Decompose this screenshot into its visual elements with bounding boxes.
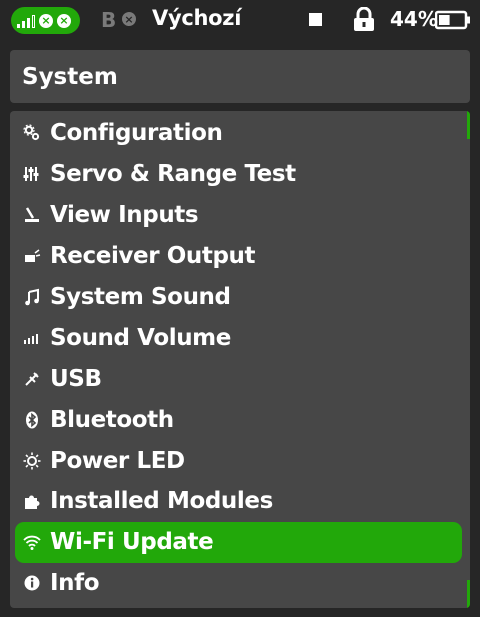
joystick-icon: [22, 205, 42, 225]
music-note-icon: [22, 287, 42, 307]
receiver-b-label: B: [101, 8, 117, 32]
menu-item-label: View Inputs: [50, 202, 199, 229]
menu-item-label: Installed Modules: [50, 488, 273, 515]
menu-item-label: Configuration: [50, 120, 223, 147]
bluetooth-icon: [22, 410, 42, 430]
close-circle-icon: ×: [122, 12, 136, 26]
battery-percent: 44%: [390, 7, 438, 31]
scroll-indicator-top: [467, 111, 470, 139]
menu-item-label: System Sound: [50, 284, 231, 310]
menu-item-info[interactable]: Info: [15, 563, 462, 604]
menu-item-label: Info: [50, 570, 100, 597]
menu-item-label: USB: [50, 365, 102, 392]
receiver-icon: [22, 246, 42, 266]
menu-item-servo-range-test[interactable]: Servo & Range Test: [15, 154, 462, 195]
menu-item-usb[interactable]: USB: [15, 358, 462, 399]
info-icon: [22, 573, 42, 593]
wifi-icon: [22, 532, 42, 552]
page-header: System: [10, 50, 470, 103]
sliders-icon: [22, 164, 42, 184]
menu-item-label: Bluetooth: [50, 406, 174, 433]
menu-item-installed-modules[interactable]: Installed Modules: [15, 481, 462, 522]
gears-icon: [22, 123, 42, 143]
model-name[interactable]: Výchozí: [152, 6, 241, 30]
system-menu-list: Configuration Servo & Range Test View In…: [15, 113, 462, 604]
menu-item-label: Sound Volume: [50, 324, 231, 351]
close-circle-icon: ×: [39, 13, 53, 28]
menu-item-label: Power LED: [50, 447, 185, 474]
menu-item-configuration[interactable]: Configuration: [15, 113, 462, 154]
menu-item-label: Servo & Range Test: [50, 161, 296, 188]
menu-item-bluetooth[interactable]: Bluetooth: [15, 399, 462, 440]
menu-item-receiver-output[interactable]: Receiver Output: [15, 236, 462, 277]
menu-item-wifi-update[interactable]: Wi-Fi Update: [15, 521, 462, 563]
signal-bars-icon: [17, 14, 35, 28]
menu-item-view-inputs[interactable]: View Inputs: [15, 195, 462, 236]
menu-item-system-sound[interactable]: System Sound: [15, 277, 462, 318]
usb-plug-icon: [22, 369, 42, 389]
battery-icon: [435, 10, 470, 30]
scroll-indicator-bottom: [467, 580, 470, 608]
lock-icon[interactable]: [353, 7, 375, 32]
led-sun-icon: [22, 451, 42, 471]
volume-bars-icon: [22, 328, 42, 348]
close-circle-icon: ×: [57, 13, 71, 28]
system-menu-panel: Configuration Servo & Range Test View In…: [10, 111, 470, 608]
menu-item-label: Receiver Output: [50, 243, 256, 270]
menu-item-sound-volume[interactable]: Sound Volume: [15, 317, 462, 358]
stop-icon[interactable]: [309, 13, 322, 26]
menu-item-label: Wi-Fi Update: [50, 529, 214, 556]
rf-link-indicator[interactable]: × ×: [11, 7, 80, 34]
menu-item-power-led[interactable]: Power LED: [15, 440, 462, 481]
status-bar: × × B × Výchozí 44%: [0, 0, 480, 40]
page-title: System: [22, 63, 118, 90]
puzzle-icon: [22, 491, 42, 511]
